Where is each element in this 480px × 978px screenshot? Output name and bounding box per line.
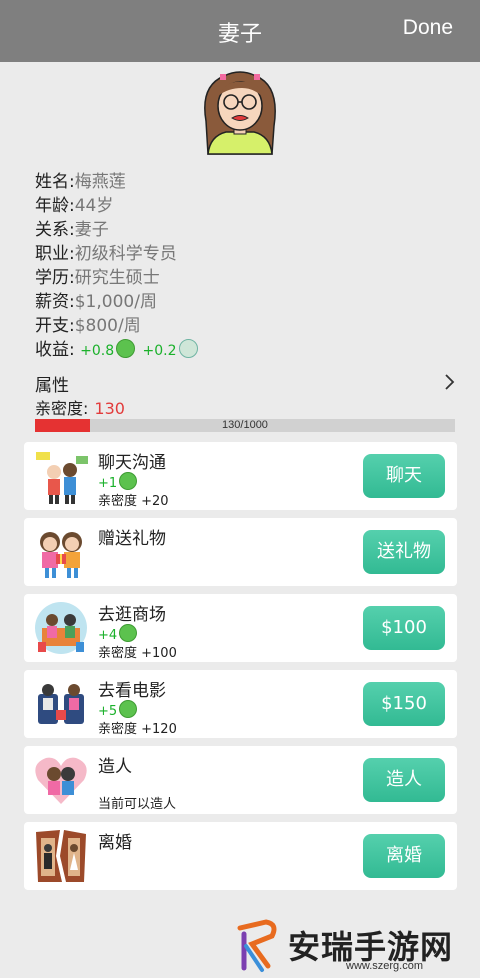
- mall-button[interactable]: $100: [363, 606, 445, 650]
- gain-value-1: +0.8: [80, 343, 115, 359]
- relation-row: 关系:妻子: [35, 220, 109, 240]
- action-title: 造人: [98, 757, 132, 777]
- action-gain: +4: [98, 624, 139, 643]
- education-row: 学历:研究生硕士: [35, 268, 160, 288]
- expense-value: $800/周: [74, 316, 141, 336]
- wife-avatar: [204, 71, 276, 155]
- salary-value: $1,000/周: [74, 292, 157, 312]
- site-logo-icon: [237, 919, 277, 972]
- relation-value: 妻子: [74, 220, 109, 240]
- intimacy-label: 亲密度: 130: [35, 399, 125, 418]
- expense-row: 开支:$800/周: [35, 316, 141, 336]
- brain-icon: [178, 339, 198, 358]
- make-baby-button[interactable]: 造人: [363, 758, 445, 802]
- profile-info: 姓名:梅燕莲 年龄:44岁 关系:妻子 职业:初级科学专员 学历:研究生硕士 薪…: [35, 170, 200, 362]
- movie-button[interactable]: $150: [363, 682, 445, 726]
- education-value: 研究生硕士: [74, 268, 160, 288]
- couple-heart-illustration: [35, 757, 87, 804]
- salary-row: 薪资:$1,000/周: [35, 292, 157, 312]
- site-watermark: 安瑞手游网 www.szerg.com: [228, 914, 480, 978]
- divorce-button[interactable]: 离婚: [363, 834, 445, 878]
- attributes-title: 属性: [35, 376, 69, 396]
- age-row: 年龄:44岁: [35, 196, 114, 216]
- action-subtitle: 亲密度 +120: [98, 722, 177, 737]
- job-value: 初级科学专员: [74, 244, 177, 264]
- action-card-chat: 聊天沟通 +1 亲密度 +20 聊天: [24, 442, 457, 510]
- gain-value-2: +0.2: [142, 343, 177, 359]
- gain-row: 收益: +0.8 +0.2: [35, 338, 200, 362]
- happiness-icon: [116, 339, 136, 358]
- happiness-icon: [119, 472, 138, 490]
- job-row: 职业:初级科学专员: [35, 244, 177, 264]
- intimacy-progress-bar: 130/1000: [35, 419, 455, 432]
- done-button[interactable]: Done: [403, 16, 453, 40]
- action-subtitle: 亲密度 +100: [98, 646, 177, 661]
- nav-bar: 妻子 Done: [0, 0, 480, 62]
- age-value: 44岁: [74, 196, 114, 216]
- action-title: 去看电影: [98, 681, 166, 701]
- action-title: 聊天沟通: [98, 453, 166, 473]
- name-row: 姓名:梅燕莲: [35, 172, 126, 192]
- gift-illustration: [40, 532, 82, 578]
- action-title: 赠送礼物: [98, 529, 166, 549]
- movie-illustration: [38, 684, 84, 724]
- action-card-movie: 去看电影 +5 亲密度 +120 $150: [24, 670, 457, 738]
- happiness-icon: [119, 624, 138, 642]
- chat-illustration: [36, 452, 88, 504]
- watermark-url: www.szerg.com: [346, 960, 424, 972]
- chat-button[interactable]: 聊天: [363, 454, 445, 498]
- action-subtitle: 当前可以造人: [98, 797, 177, 812]
- action-title: 离婚: [98, 833, 132, 853]
- action-card-divorce: 离婚 离婚: [24, 822, 457, 890]
- action-gain: +1: [98, 472, 139, 491]
- torn-photo-illustration: [36, 830, 86, 882]
- action-gain: +5: [98, 700, 139, 719]
- happiness-icon: [119, 700, 138, 718]
- intimacy-progress-text: 130/1000: [222, 419, 268, 431]
- name-value: 梅燕莲: [74, 172, 126, 192]
- action-subtitle: 亲密度 +20: [98, 494, 169, 509]
- send-gift-button[interactable]: 送礼物: [363, 530, 445, 574]
- action-card-baby: 造人 当前可以造人 造人: [24, 746, 457, 814]
- chevron-right-icon[interactable]: [441, 372, 459, 392]
- action-title: 去逛商场: [98, 605, 166, 625]
- mall-illustration: [35, 602, 87, 654]
- intimacy-value: 130: [94, 399, 125, 418]
- action-card-gift: 赠送礼物 送礼物: [24, 518, 457, 586]
- action-card-mall: 去逛商场 +4 亲密度 +100 $100: [24, 594, 457, 662]
